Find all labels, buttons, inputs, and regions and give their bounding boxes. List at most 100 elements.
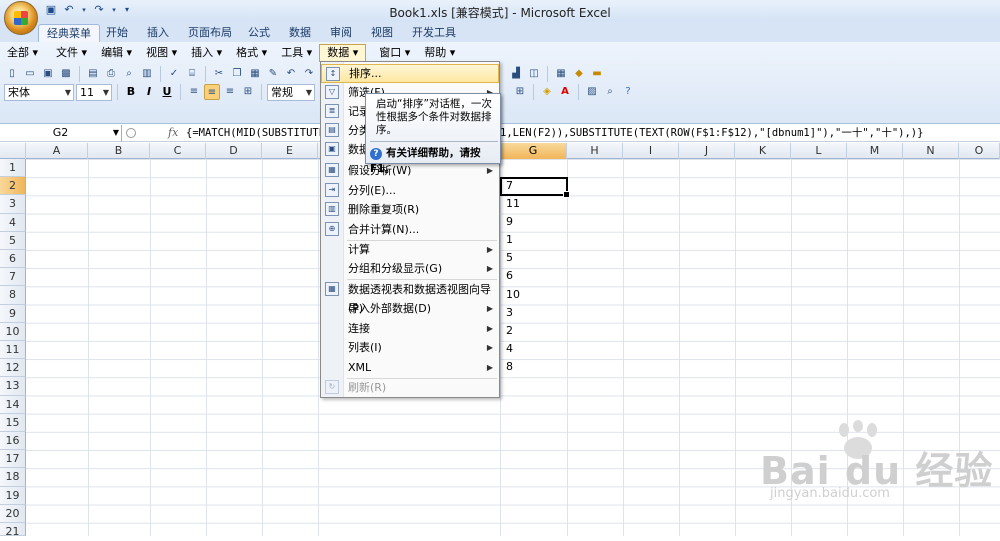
number-format-select[interactable]: 常规 ▼: [267, 83, 315, 101]
cell-g7[interactable]: 6: [506, 267, 513, 285]
tab-view[interactable]: 视图: [363, 24, 401, 42]
spelling-icon[interactable]: ✓: [166, 66, 182, 82]
tab-formulas[interactable]: 公式: [240, 24, 278, 42]
menu-view[interactable]: 视图 ▾: [139, 44, 184, 62]
row-header[interactable]: 20: [0, 504, 26, 523]
align-center-icon[interactable]: ≡: [204, 84, 220, 100]
find-icon[interactable]: ⌕: [602, 84, 618, 100]
cell-g10[interactable]: 2: [506, 322, 513, 340]
row-header[interactable]: 10: [0, 322, 26, 341]
print-preview-icon[interactable]: ⌕: [121, 66, 137, 82]
undo-icon[interactable]: ↶: [283, 66, 299, 82]
column-header[interactable]: C: [150, 143, 206, 159]
open-icon[interactable]: ▭: [22, 66, 38, 82]
cell-g11[interactable]: 4: [506, 340, 513, 358]
row-header[interactable]: 11: [0, 341, 26, 360]
row-header[interactable]: 21: [0, 523, 26, 538]
menu-item-consolidate[interactable]: ⊕ 合并计算(N)...: [321, 220, 499, 239]
row-header-selected[interactable]: 2: [0, 177, 26, 196]
menu-file[interactable]: 文件 ▾: [49, 44, 94, 62]
tab-insert[interactable]: 插入: [139, 24, 177, 42]
column-header[interactable]: N: [903, 143, 959, 159]
menu-insert[interactable]: 插入 ▾: [184, 44, 229, 62]
column-header[interactable]: B: [88, 143, 150, 159]
column-header[interactable]: I: [623, 143, 679, 159]
help-icon[interactable]: ?: [620, 84, 636, 100]
permission-icon[interactable]: ▩: [58, 66, 74, 82]
table-icon[interactable]: ▦: [553, 66, 569, 82]
borders-icon[interactable]: ⊞: [512, 84, 528, 100]
cell-g12[interactable]: 8: [506, 358, 513, 376]
menu-item-connections[interactable]: 连接 ▶: [321, 319, 499, 338]
format-painter-icon[interactable]: ✎: [265, 66, 281, 82]
menu-window[interactable]: 窗口 ▾: [372, 44, 417, 62]
tab-review[interactable]: 审阅: [322, 24, 360, 42]
active-cell-selection[interactable]: [500, 177, 570, 198]
folder-icon[interactable]: ▬: [589, 66, 605, 82]
paint-icon[interactable]: ▨: [584, 84, 600, 100]
formula-input[interactable]: {=MATCH(MID(SUBSTITUTE: [186, 125, 325, 141]
cell-g4[interactable]: 9: [506, 213, 513, 231]
row-header[interactable]: 16: [0, 432, 26, 451]
row-header[interactable]: 19: [0, 486, 26, 505]
cell-g3[interactable]: 11: [506, 195, 520, 213]
select-all-corner[interactable]: [0, 143, 26, 159]
row-header[interactable]: 7: [0, 268, 26, 287]
menu-item-remove-duplicates[interactable]: ▥ 删除重复项(R): [321, 200, 499, 219]
cut-icon[interactable]: ✂: [211, 66, 227, 82]
row-header[interactable]: 6: [0, 250, 26, 269]
menu-item-list[interactable]: 列表(I) ▶: [321, 338, 499, 357]
menu-item-pivot-wizard[interactable]: ▦ 数据透视表和数据透视图向导(P): [321, 280, 499, 315]
tab-page-layout[interactable]: 页面布局: [180, 24, 240, 42]
row-header[interactable]: 18: [0, 468, 26, 487]
print-icon[interactable]: ⎙: [103, 66, 119, 82]
align-left-icon[interactable]: ≡: [186, 84, 202, 100]
row-header[interactable]: 8: [0, 286, 26, 305]
formula-input-continued[interactable]: 1,LEN(F2)),SUBSTITUTE(TEXT(ROW(F$1:F$12)…: [500, 125, 923, 141]
merge-center-icon[interactable]: ⊞: [240, 84, 256, 100]
menu-help[interactable]: 帮助 ▾: [417, 44, 462, 62]
font-size-select[interactable]: 11 ▼: [76, 83, 112, 101]
chart-icon[interactable]: ▟: [508, 66, 524, 82]
column-header[interactable]: L: [791, 143, 847, 159]
row-header[interactable]: 3: [0, 195, 26, 214]
menu-item-text-to-columns[interactable]: ⇥ 分列(E)...: [321, 181, 499, 200]
row-header[interactable]: 1: [0, 159, 26, 178]
menu-format[interactable]: 格式 ▾: [229, 44, 274, 62]
column-header[interactable]: M: [847, 143, 903, 159]
font-color-icon[interactable]: A: [557, 84, 573, 100]
bold-icon[interactable]: B: [123, 84, 139, 100]
align-right-icon[interactable]: ≡: [222, 84, 238, 100]
fill-color-icon[interactable]: ◈: [539, 84, 555, 100]
tab-home[interactable]: 开始: [98, 24, 136, 42]
column-header[interactable]: O: [959, 143, 1000, 159]
formula-bar-toggle-icon[interactable]: [126, 128, 136, 138]
cell-g8[interactable]: 10: [506, 286, 520, 304]
menu-item-calculate[interactable]: 计算 ▶: [321, 240, 499, 259]
menu-item-xml[interactable]: XML ▶: [321, 358, 499, 377]
row-header[interactable]: 14: [0, 395, 26, 414]
column-header[interactable]: J: [679, 143, 735, 159]
save-icon[interactable]: ▣: [40, 66, 56, 82]
cell-g9[interactable]: 3: [506, 304, 513, 322]
page-setup-icon[interactable]: ▥: [139, 66, 155, 82]
row-header[interactable]: 12: [0, 359, 26, 378]
pdf-icon[interactable]: ▤: [85, 66, 101, 82]
column-header[interactable]: A: [26, 143, 88, 159]
research-icon[interactable]: ⌸: [184, 66, 200, 82]
tab-developer[interactable]: 开发工具: [404, 24, 464, 42]
cell-g6[interactable]: 5: [506, 249, 513, 267]
row-header[interactable]: 13: [0, 377, 26, 396]
underline-icon[interactable]: U: [159, 84, 175, 100]
office-button[interactable]: [4, 1, 38, 35]
row-header[interactable]: 4: [0, 213, 26, 232]
cell-g5[interactable]: 1: [506, 231, 513, 249]
menu-edit[interactable]: 编辑 ▾: [94, 44, 139, 62]
row-header[interactable]: 5: [0, 231, 26, 250]
column-header[interactable]: K: [735, 143, 791, 159]
column-header[interactable]: E: [262, 143, 318, 159]
menu-item-import-external[interactable]: 导入外部数据(D) ▶: [321, 299, 499, 318]
copy-icon[interactable]: ❐: [229, 66, 245, 82]
menu-item-group-outline[interactable]: 分组和分级显示(G) ▶: [321, 259, 499, 278]
column-header[interactable]: D: [206, 143, 262, 159]
